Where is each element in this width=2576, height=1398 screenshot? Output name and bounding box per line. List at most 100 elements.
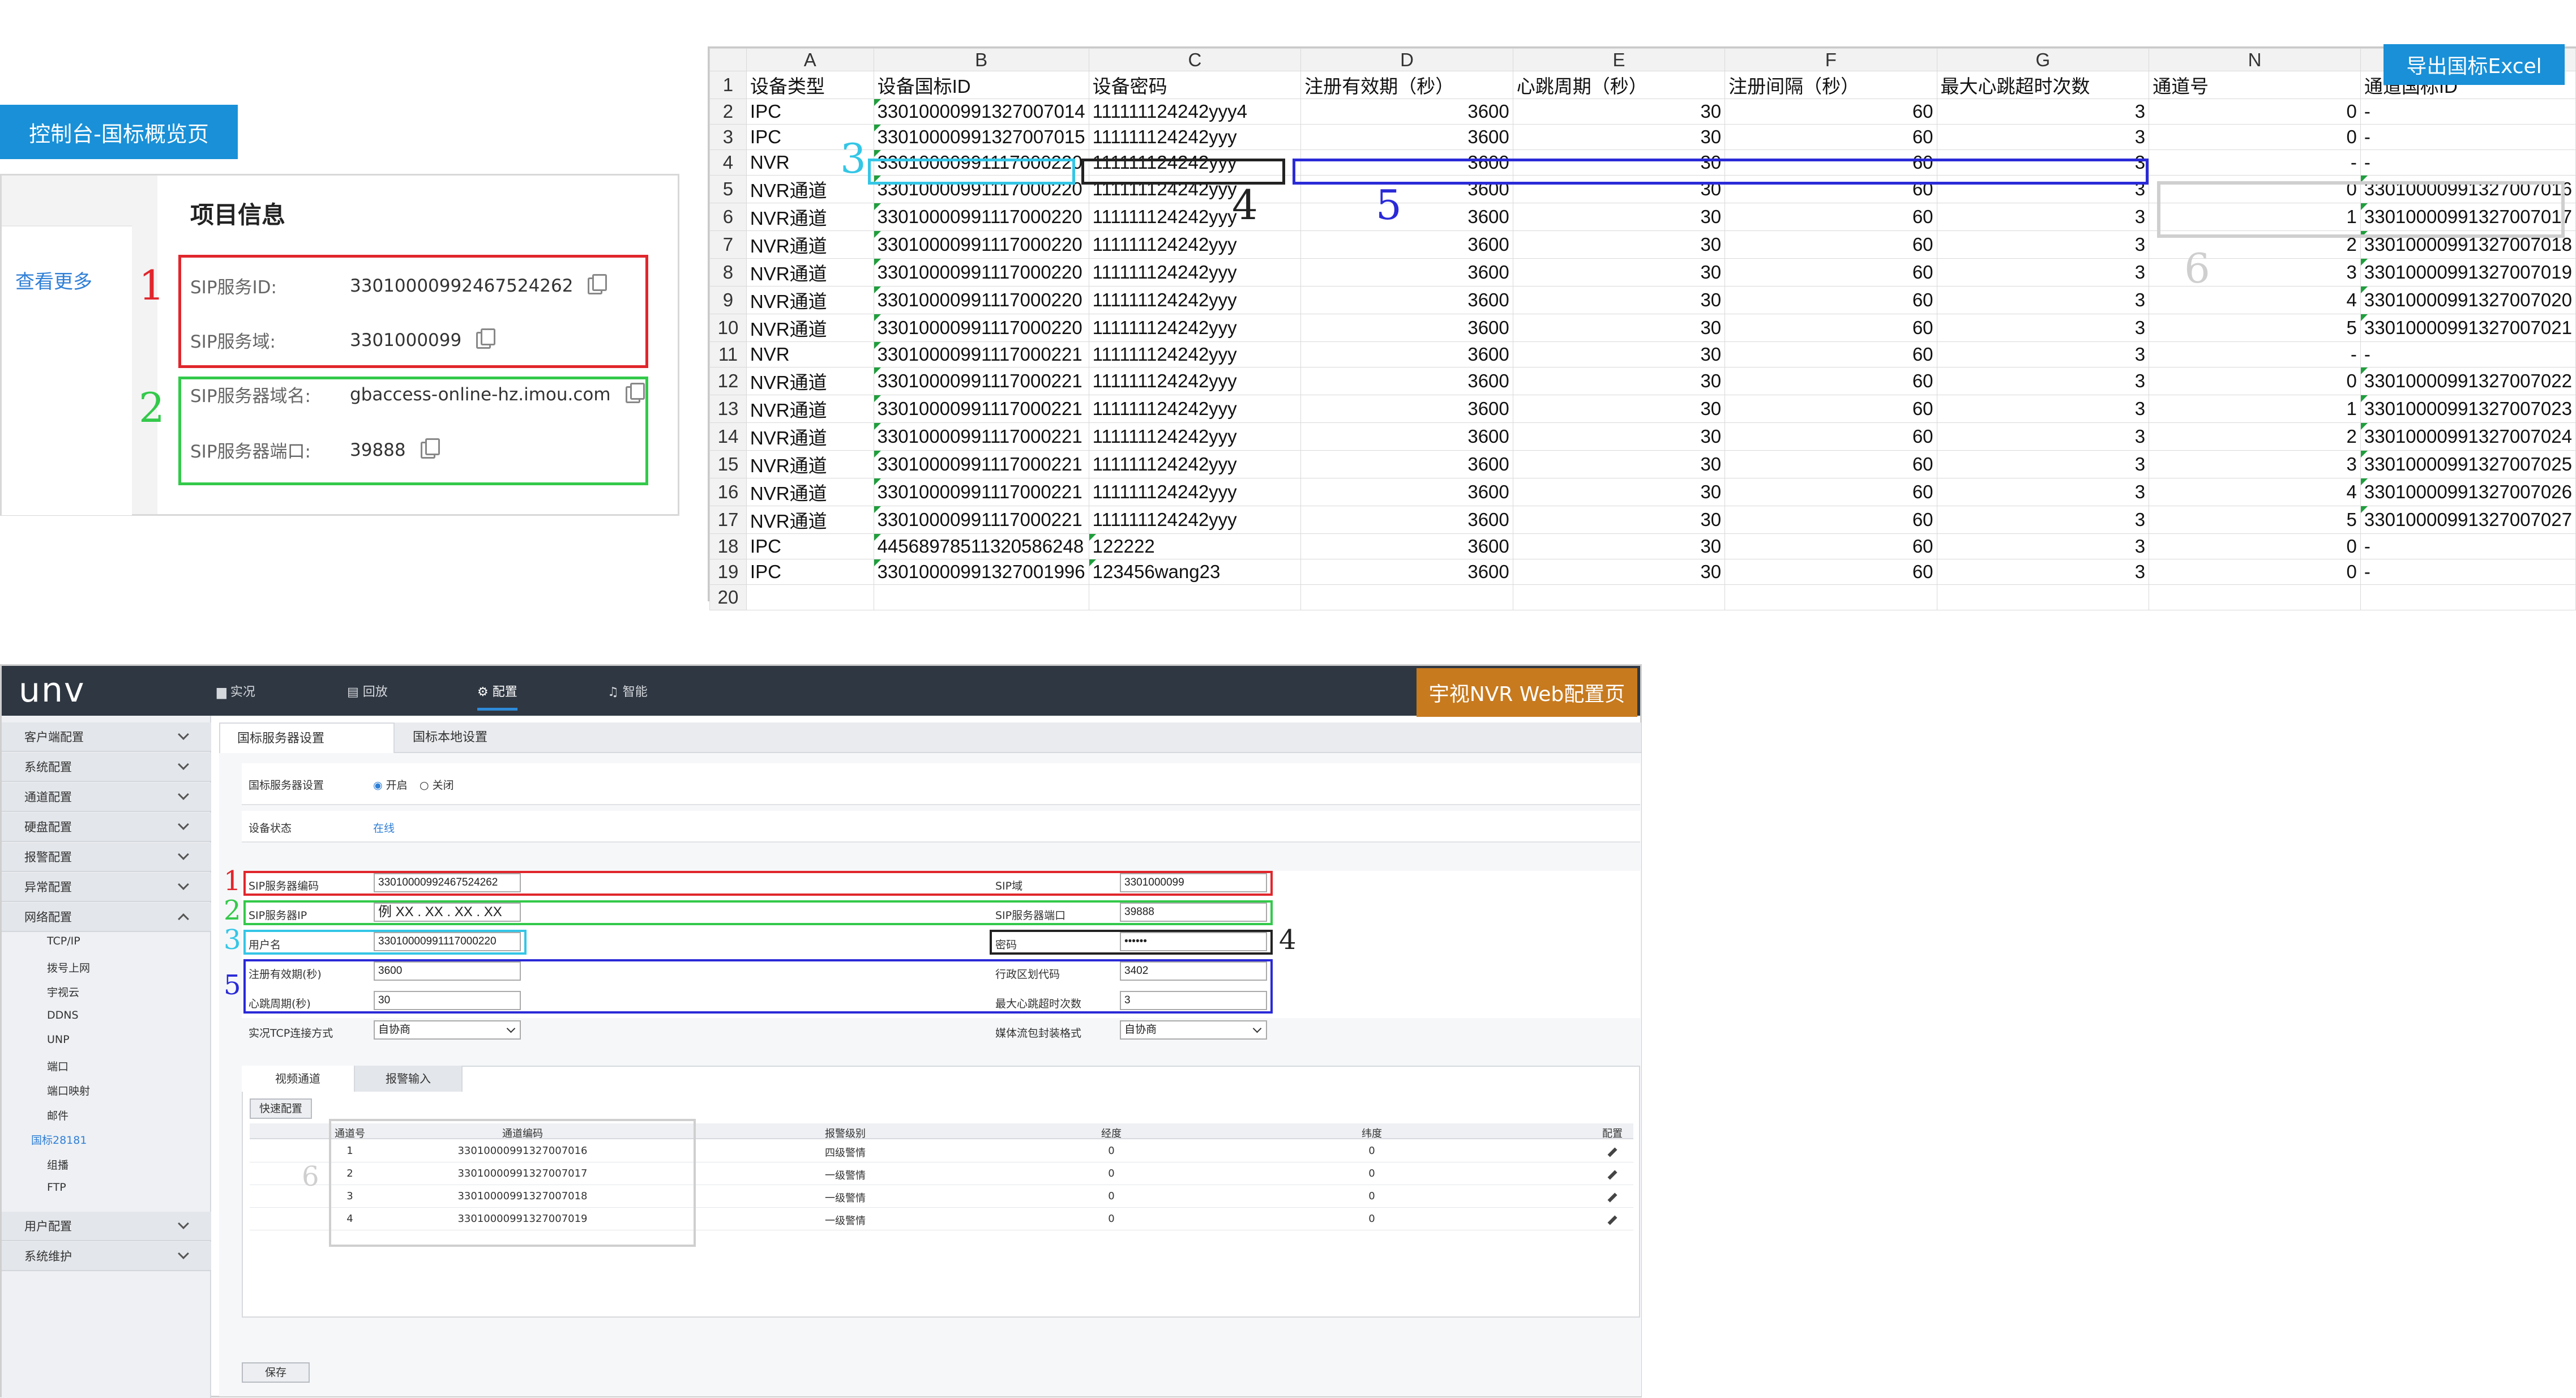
nav-smart[interactable]: ♫ 智能 — [607, 682, 648, 700]
table-cell[interactable]: 3 — [1936, 422, 2150, 451]
table-cell[interactable]: 122222 — [1088, 533, 1302, 559]
nav-config[interactable]: ⚙ 配置 — [477, 682, 517, 711]
table-cell[interactable]: - — [2360, 533, 2576, 559]
table-cell[interactable]: - — [2360, 341, 2576, 367]
table-cell[interactable]: 33010000991327007026 — [2360, 478, 2576, 506]
table-cell[interactable]: 3 — [1936, 314, 2150, 342]
table-cell[interactable]: 111111124242yyy — [1088, 422, 1302, 451]
table-cell[interactable]: 3600 — [1300, 450, 1513, 478]
submenu-item[interactable]: 国标28181 — [31, 1132, 87, 1147]
table-cell[interactable]: 3 — [1936, 395, 2150, 423]
table-cell[interactable]: 60 — [1725, 286, 1937, 314]
table-cell[interactable]: 3600 — [1300, 99, 1513, 125]
table-cell[interactable]: IPC — [746, 99, 874, 125]
table-cell[interactable]: - — [2360, 99, 2576, 125]
table-cell[interactable]: 3600 — [1300, 478, 1513, 506]
table-cell[interactable] — [1088, 584, 1302, 610]
table-cell[interactable]: 3 — [1936, 99, 2150, 125]
save-button[interactable]: 保存 — [242, 1362, 310, 1383]
table-cell[interactable]: 3600 — [1300, 286, 1513, 314]
table-cell[interactable]: 3600 — [1300, 124, 1513, 150]
table-cell[interactable]: 3 — [1936, 203, 2150, 231]
table-cell[interactable]: 30 — [1512, 450, 1726, 478]
radio-on[interactable]: ◉ 开启 — [373, 777, 408, 792]
table-cell[interactable]: 60 — [1725, 314, 1937, 342]
table-cell[interactable]: 3 — [1936, 258, 2150, 287]
submenu-item[interactable]: UNP — [47, 1033, 70, 1046]
table-cell[interactable]: 30 — [1512, 478, 1726, 506]
table-cell[interactable]: 3 — [2149, 450, 2361, 478]
table-cell[interactable]: 33010000991327007023 — [2360, 395, 2576, 423]
table-cell[interactable]: 3 — [1936, 533, 2150, 559]
table-cell[interactable]: NVR通道 — [746, 367, 874, 395]
menu-item[interactable]: 硬盘配置 — [2, 813, 211, 842]
table-cell[interactable]: 111111124242yyy — [1088, 450, 1302, 478]
table-cell[interactable]: 3 — [1936, 341, 2150, 367]
table-cell[interactable]: 111111124242yyy — [1088, 314, 1302, 342]
table-cell[interactable]: 60 — [1725, 395, 1937, 423]
table-cell[interactable]: 60 — [1725, 258, 1937, 287]
table-cell[interactable]: 33010000991117000221 — [873, 450, 1089, 478]
table-cell[interactable]: 30 — [1512, 286, 1726, 314]
radio-off[interactable]: ○ 关闭 — [420, 777, 454, 792]
menu-item[interactable]: 系统配置 — [2, 753, 211, 782]
table-cell[interactable]: 60 — [1725, 422, 1937, 451]
table-cell[interactable]: 30 — [1512, 559, 1726, 585]
nav-live[interactable]: ▆ 实况 — [217, 682, 255, 700]
table-cell[interactable]: 设备国标ID — [873, 71, 1089, 99]
export-excel-button[interactable]: 导出国标Excel — [2384, 44, 2565, 85]
table-cell[interactable]: 60 — [1725, 203, 1937, 231]
submenu-item[interactable]: FTP — [47, 1181, 66, 1194]
table-cell[interactable]: 33010000991117000220 — [873, 230, 1089, 259]
table-cell[interactable]: 33010000991117000221 — [873, 506, 1089, 534]
table-cell[interactable]: NVR通道 — [746, 230, 874, 259]
table-cell[interactable] — [2149, 584, 2361, 610]
table-cell[interactable]: NVR通道 — [746, 506, 874, 534]
table-cell[interactable]: 33010000991117000220 — [873, 258, 1089, 287]
table-cell[interactable]: 60 — [1725, 124, 1937, 150]
table-cell[interactable]: NVR通道 — [746, 450, 874, 478]
submenu-item[interactable]: 端口 — [47, 1058, 69, 1074]
table-cell[interactable]: 60 — [1725, 341, 1937, 367]
table-cell[interactable]: 111111124242yyy — [1088, 506, 1302, 534]
table-cell[interactable]: 111111124242yyy — [1088, 341, 1302, 367]
col-letter[interactable]: A — [746, 48, 874, 71]
table-cell[interactable]: 设备类型 — [746, 71, 874, 99]
table-cell[interactable]: - — [2149, 341, 2361, 367]
table-cell[interactable]: 30 — [1512, 422, 1726, 451]
table-cell[interactable]: 3600 — [1300, 230, 1513, 259]
tab-gb-local[interactable]: 国标本地设置 — [396, 722, 504, 753]
table-cell[interactable]: NVR通道 — [746, 314, 874, 342]
table-cell[interactable]: 0 — [2149, 99, 2361, 125]
table-cell[interactable] — [873, 584, 1089, 610]
table-cell[interactable]: 60 — [1725, 230, 1937, 259]
submenu-item[interactable]: 宇视云 — [47, 984, 79, 999]
row-number[interactable]: 16 — [709, 478, 747, 506]
table-cell[interactable]: 3600 — [1300, 559, 1513, 585]
table-cell[interactable]: 注册有效期（秒） — [1300, 71, 1513, 99]
table-cell[interactable]: 0 — [2149, 367, 2361, 395]
row-number[interactable]: 15 — [709, 450, 747, 478]
table-cell[interactable]: 33010000991327007021 — [2360, 314, 2576, 342]
table-cell[interactable]: 30 — [1512, 341, 1726, 367]
table-cell[interactable]: NVR通道 — [746, 478, 874, 506]
table-cell[interactable]: - — [2360, 124, 2576, 150]
table-cell[interactable]: 3600 — [1300, 422, 1513, 451]
table-cell[interactable]: 30 — [1512, 314, 1726, 342]
table-cell[interactable]: 3 — [1936, 559, 2150, 585]
table-cell[interactable]: 3600 — [1300, 533, 1513, 559]
table-cell[interactable] — [1512, 584, 1726, 610]
table-cell[interactable]: 33010000991117000221 — [873, 341, 1089, 367]
table-cell[interactable]: 30 — [1512, 367, 1726, 395]
table-cell[interactable]: 111111124242yyy — [1088, 367, 1302, 395]
view-more-link[interactable]: 查看更多 — [2, 226, 132, 515]
col-letter[interactable]: F — [1725, 48, 1937, 71]
menu-item[interactable]: 异常配置 — [2, 873, 211, 902]
submenu-item[interactable]: 邮件 — [47, 1108, 69, 1123]
table-cell[interactable]: 3 — [1936, 478, 2150, 506]
col-letter[interactable]: G — [1936, 48, 2150, 71]
table-cell[interactable]: 44568978511320586248 — [873, 533, 1089, 559]
table-cell[interactable]: 33010000991327007027 — [2360, 506, 2576, 534]
table-cell[interactable]: 33010000991327007019 — [2360, 258, 2576, 287]
table-cell[interactable] — [1725, 584, 1937, 610]
